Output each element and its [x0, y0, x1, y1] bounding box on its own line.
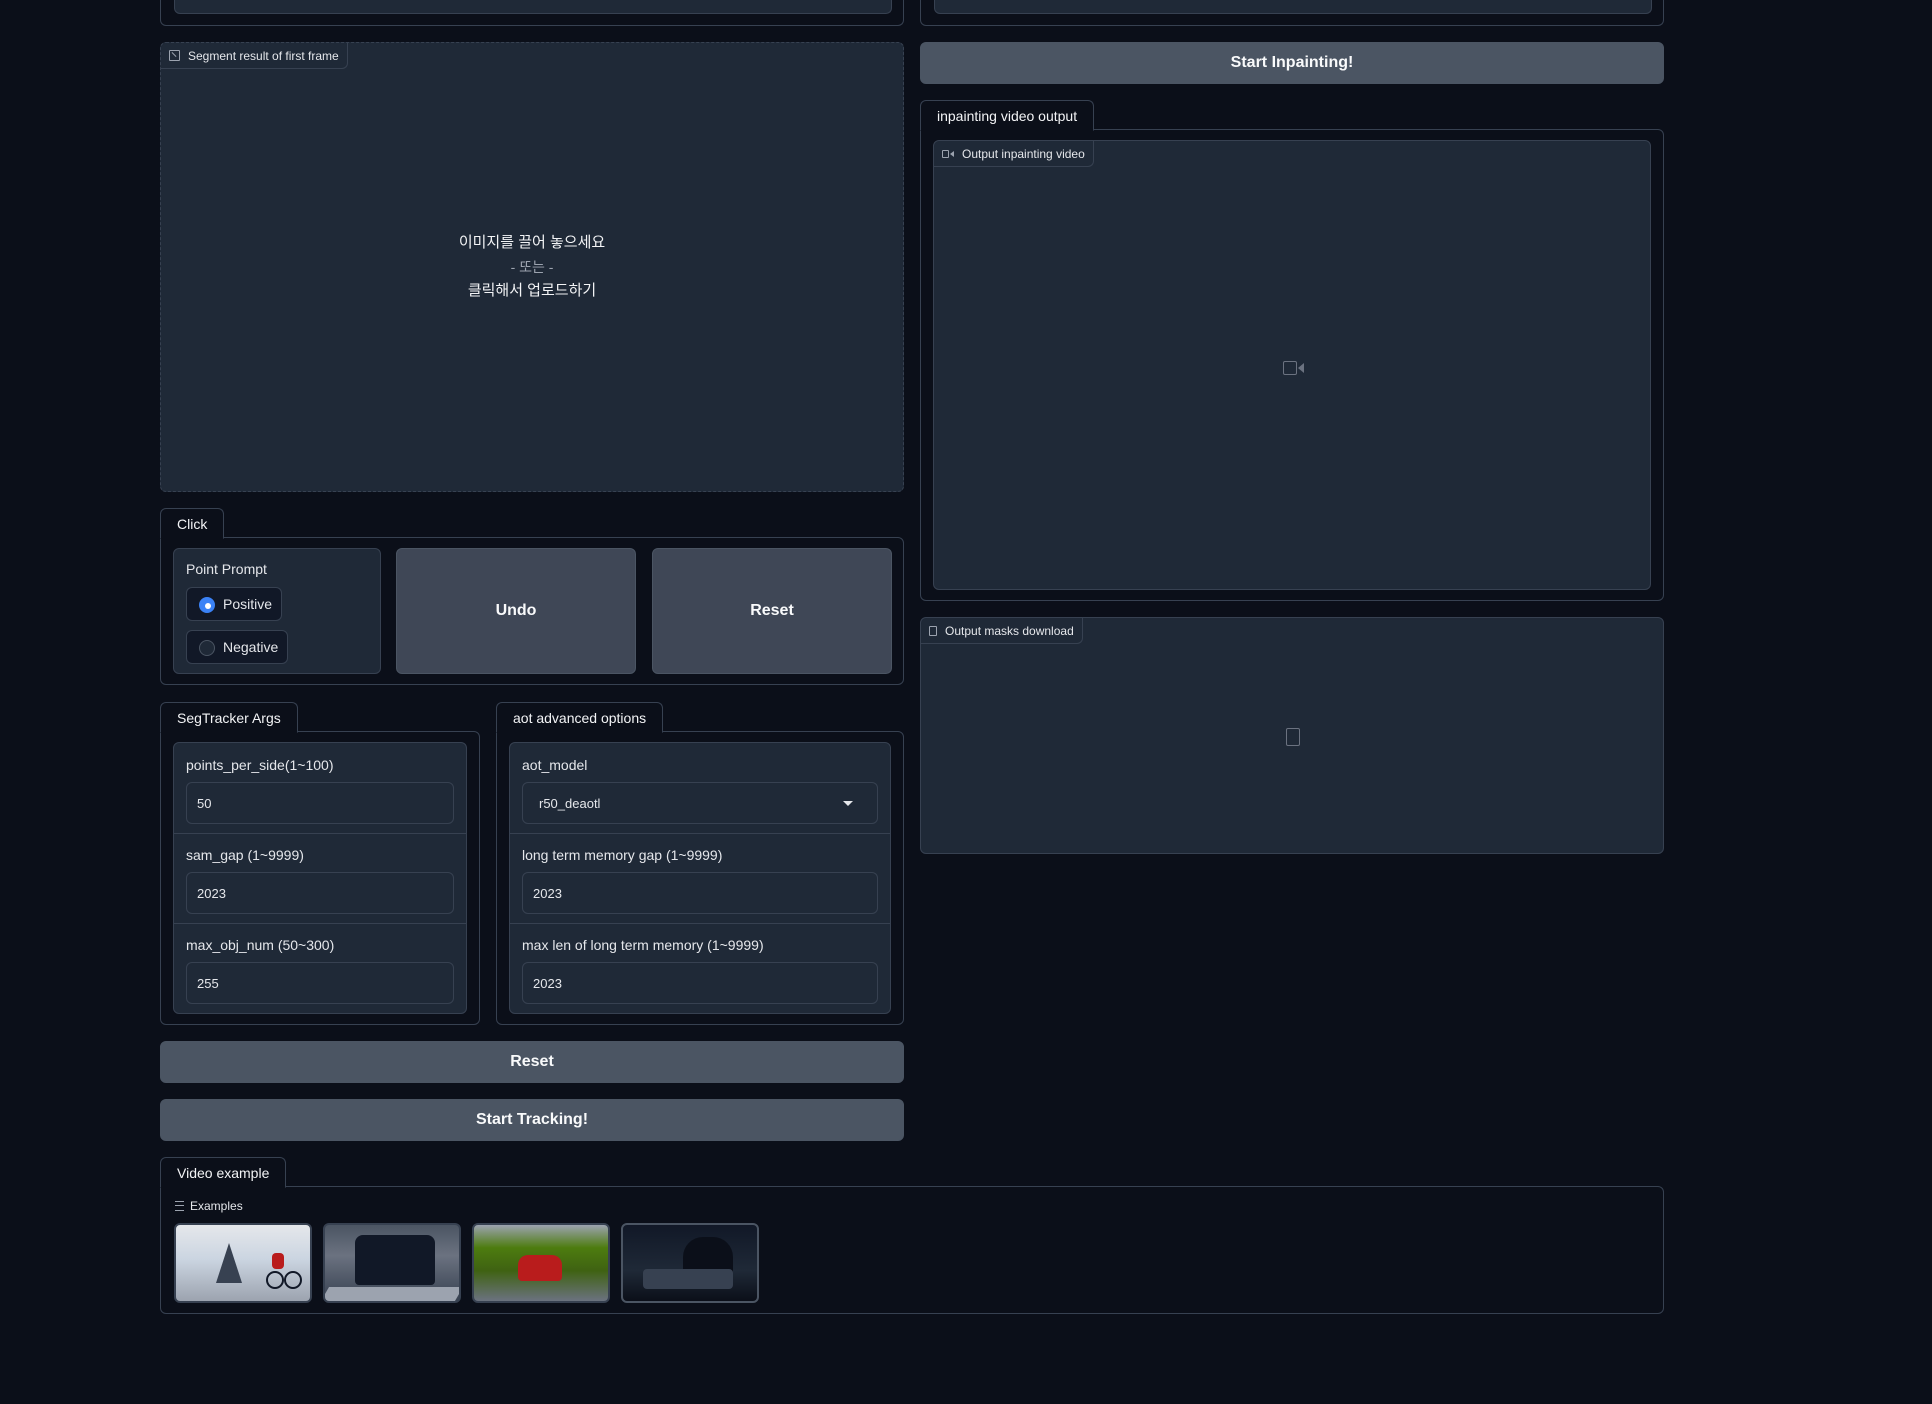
tab-video-example[interactable]: Video example — [160, 1157, 287, 1188]
masks-download-area[interactable]: Output masks download — [920, 617, 1664, 854]
image-icon — [169, 50, 180, 61]
click-reset-button-label: Reset — [750, 602, 794, 619]
drop-text-or: - 또는 - — [510, 259, 554, 275]
tab-click-label: Click — [177, 516, 208, 532]
radio-negative[interactable]: Negative — [186, 630, 288, 664]
reset-button-label: Reset — [510, 1053, 554, 1070]
aot-model-value: r50_deaotl — [539, 795, 601, 811]
left-top-panel-stub — [160, 0, 904, 26]
aot-model-dropdown[interactable]: r50_deaotl — [522, 782, 878, 824]
max-memory-len-input[interactable]: 2023 — [522, 962, 878, 1004]
tab-segtracker-args[interactable]: SegTracker Args — [160, 702, 298, 733]
inpainting-output-panel: Output inpainting video — [920, 129, 1664, 601]
file-icon — [929, 625, 937, 636]
file-placeholder-icon — [1286, 728, 1300, 746]
click-reset-button[interactable]: Reset — [652, 548, 892, 674]
output-video-label: Output inpainting video — [962, 146, 1085, 161]
separator — [174, 833, 466, 834]
separator — [510, 923, 890, 924]
right-top-inner-stub — [934, 0, 1652, 14]
tab-segtracker-label: SegTracker Args — [177, 710, 281, 726]
output-video-player[interactable]: Output inpainting video — [933, 140, 1651, 590]
masks-download-label: Output masks download — [945, 623, 1074, 638]
point-prompt-group: Point Prompt Positive Negative — [173, 548, 381, 674]
tab-video-example-label: Video example — [177, 1165, 270, 1181]
example-thumbnail-rider[interactable] — [621, 1223, 759, 1303]
output-video-label-chip: Output inpainting video — [934, 141, 1094, 167]
video-camera-icon — [942, 149, 954, 158]
sam-gap-label: sam_gap (1~9999) — [186, 847, 304, 863]
masks-download-label-chip: Output masks download — [921, 618, 1083, 644]
tab-inpainting-video-output[interactable]: inpainting video output — [920, 100, 1095, 131]
segment-result-dropzone[interactable]: Segment result of first frame 이미지를 끌어 놓으… — [160, 42, 904, 492]
separator — [510, 833, 890, 834]
right-top-panel-stub — [920, 0, 1664, 26]
examples-label: Examples — [190, 1199, 243, 1213]
start-inpainting-button[interactable]: Start Inpainting! — [920, 42, 1664, 84]
drop-text-line1: 이미지를 끌어 놓으세요 — [458, 234, 606, 251]
example-thumbnail-cyclist[interactable] — [174, 1223, 312, 1303]
max-memory-len-label: max len of long term memory (1~9999) — [522, 937, 764, 953]
tab-aot-advanced-options[interactable]: aot advanced options — [496, 702, 664, 733]
point-prompt-label: Point Prompt — [186, 561, 267, 577]
examples-header: Examples — [175, 1199, 243, 1213]
aot-model-label: aot_model — [522, 757, 588, 773]
segtracker-panel: points_per_side(1~100) 50 sam_gap (1~999… — [160, 731, 480, 1025]
radio-negative-label: Negative — [223, 639, 279, 655]
tab-click[interactable]: Click — [160, 508, 225, 539]
video-placeholder-icon — [1283, 361, 1305, 375]
undo-button[interactable]: Undo — [396, 548, 636, 674]
start-tracking-button-label: Start Tracking! — [475, 1111, 589, 1128]
separator — [174, 923, 466, 924]
video-example-panel: Examples — [160, 1186, 1664, 1314]
sam-gap-input[interactable]: 2023 — [186, 872, 454, 914]
example-thumbnail-van[interactable] — [323, 1223, 461, 1303]
click-panel: Point Prompt Positive Negative Undo Rese… — [160, 537, 904, 685]
radio-positive-indicator[interactable] — [199, 597, 215, 613]
start-inpainting-button-label: Start Inpainting! — [1230, 54, 1354, 71]
aot-panel: aot_model r50_deaotl long term memory ga… — [496, 731, 904, 1025]
dropdown-caret-icon — [843, 801, 853, 806]
tab-inpainting-label: inpainting video output — [937, 108, 1078, 124]
aot-fields-group: aot_model r50_deaotl long term memory ga… — [509, 742, 891, 1014]
points-per-side-label: points_per_side(1~100) — [186, 757, 334, 773]
memory-gap-label: long term memory gap (1~9999) — [522, 847, 723, 863]
dropzone-text: 이미지를 끌어 놓으세요 - 또는 - 클릭해서 업로드하기 — [161, 231, 903, 303]
list-icon — [175, 1201, 184, 1211]
max-obj-num-label: max_obj_num (50~300) — [186, 937, 335, 953]
radio-negative-indicator[interactable] — [199, 640, 215, 656]
left-top-inner-stub — [174, 0, 892, 14]
segtracker-fields-group: points_per_side(1~100) 50 sam_gap (1~999… — [173, 742, 467, 1014]
undo-button-label: Undo — [495, 602, 537, 619]
segment-result-label-chip: Segment result of first frame — [161, 43, 348, 69]
drop-text-line2: 클릭해서 업로드하기 — [467, 282, 597, 299]
radio-positive-label: Positive — [223, 596, 273, 612]
start-tracking-button[interactable]: Start Tracking! — [160, 1099, 904, 1141]
reset-button[interactable]: Reset — [160, 1041, 904, 1083]
tab-aot-label: aot advanced options — [513, 710, 647, 726]
points-per-side-input[interactable]: 50 — [186, 782, 454, 824]
radio-positive[interactable]: Positive — [186, 587, 282, 621]
example-thumbnail-red-car[interactable] — [472, 1223, 610, 1303]
max-obj-num-input[interactable]: 255 — [186, 962, 454, 1004]
memory-gap-input[interactable]: 2023 — [522, 872, 878, 914]
segment-result-label: Segment result of first frame — [188, 48, 339, 63]
